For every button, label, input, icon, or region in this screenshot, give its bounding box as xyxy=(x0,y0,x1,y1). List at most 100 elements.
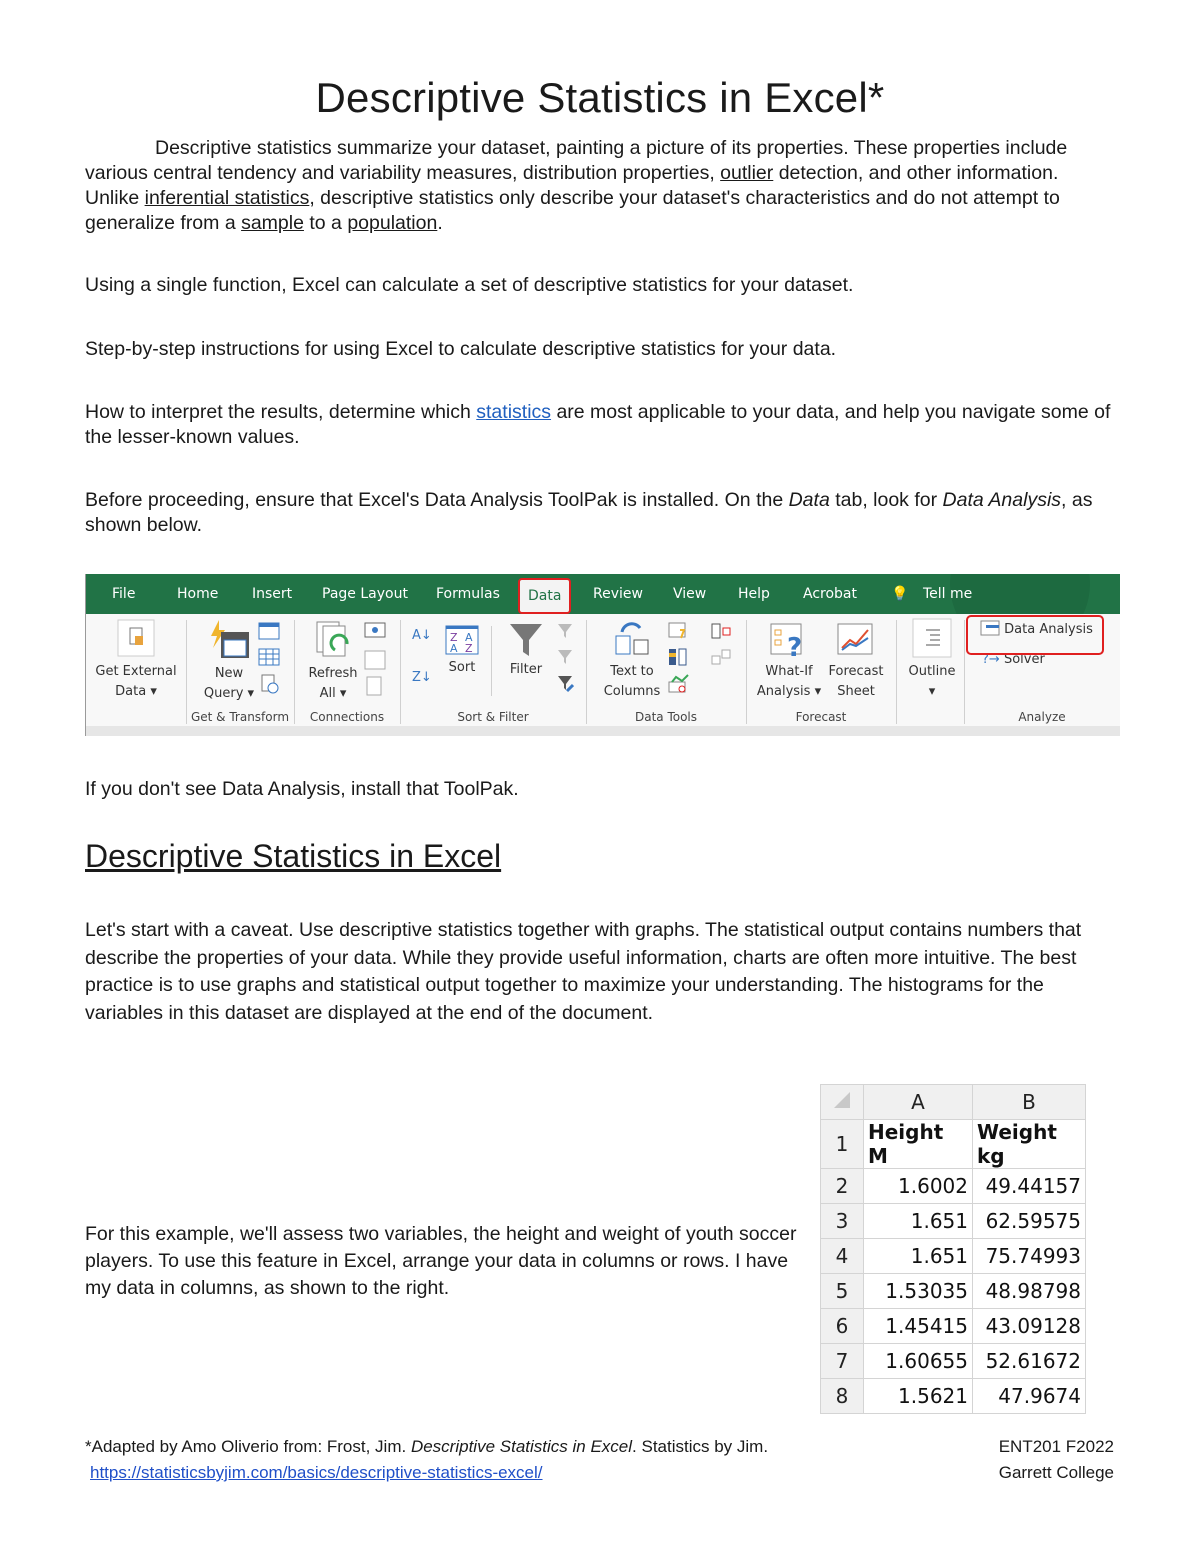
data-analysis-highlight xyxy=(966,615,1104,655)
cell[interactable]: 1.5621 xyxy=(863,1378,973,1414)
cell[interactable]: 48.98798 xyxy=(972,1273,1086,1309)
select-all-corner[interactable] xyxy=(820,1084,864,1120)
group-label: Data Tools xyxy=(634,710,698,724)
cell[interactable]: 49.44157 xyxy=(972,1168,1086,1204)
excel-ribbon-screenshot: File Home Insert Page Layout Formulas Da… xyxy=(85,574,1120,736)
row-header[interactable]: 4 xyxy=(820,1238,864,1274)
cell[interactable]: Height M xyxy=(863,1119,973,1169)
text: Before proceeding, ensure that Excel's D… xyxy=(85,489,789,511)
cell[interactable]: 1.60655 xyxy=(863,1343,973,1379)
sample-link[interactable]: sample xyxy=(241,212,304,234)
text: *Adapted by Amo Oliverio from: Frost, Ji… xyxy=(85,1437,411,1456)
row-header[interactable]: 6 xyxy=(820,1308,864,1344)
column-header-row: A B xyxy=(820,1084,1086,1120)
document-title: Descriptive Statistics in Excel* xyxy=(315,74,885,121)
column-header-a[interactable]: A xyxy=(863,1084,973,1120)
text: Descriptive Statistics in Excel xyxy=(410,1437,633,1456)
separator xyxy=(896,620,897,724)
ribbon-bottom-strip xyxy=(86,726,1120,736)
table-row: 1 Height M Weight kg xyxy=(820,1119,1086,1169)
text: . Statistics by Jim. xyxy=(632,1437,769,1456)
row-header[interactable]: 5 xyxy=(820,1273,864,1309)
label: Get External xyxy=(95,664,177,679)
citation-line: *Adapted by Amo Oliverio from: Frost, Ji… xyxy=(85,1434,768,1460)
group-forecast: Forecast xyxy=(746,614,896,726)
row-header[interactable]: 8 xyxy=(820,1378,864,1414)
tab-tell-me[interactable]: Tell me xyxy=(923,574,972,614)
tab-acrobat[interactable]: Acrobat xyxy=(803,574,857,614)
tab-page-layout[interactable]: Page Layout xyxy=(322,574,408,614)
row-header[interactable]: 3 xyxy=(820,1203,864,1239)
table-row: 8 1.5621 47.9674 xyxy=(820,1378,1086,1414)
cell[interactable]: Weight kg xyxy=(972,1119,1086,1169)
row-header[interactable]: 1 xyxy=(820,1119,864,1169)
database-doc-icon xyxy=(117,619,155,657)
text: to a xyxy=(303,212,348,234)
inferential-statistics-link[interactable]: inferential statistics xyxy=(145,187,310,209)
row-header[interactable]: 7 xyxy=(820,1343,864,1379)
lightbulb-icon: 💡 xyxy=(891,586,909,602)
group-label: Forecast xyxy=(795,710,847,724)
cell[interactable]: 47.9674 xyxy=(972,1378,1086,1414)
ribbon-body: Get External Data ▾ New Query ▾ Get & Tr… xyxy=(86,614,1120,736)
corner-triangle-icon xyxy=(834,1091,850,1108)
text: Data Analysis xyxy=(942,489,1062,511)
row-header[interactable]: 2 xyxy=(820,1168,864,1204)
footer-course: ENT201 F2022 Garrett College xyxy=(999,1434,1114,1486)
label: ▾ xyxy=(928,684,936,699)
table-row: 2 1.6002 49.44157 xyxy=(820,1168,1086,1204)
tab-help[interactable]: Help xyxy=(738,574,770,614)
label: Outline xyxy=(908,664,956,679)
cell[interactable]: 1.651 xyxy=(863,1238,973,1274)
cell[interactable]: 1.6002 xyxy=(863,1168,973,1204)
statistics-link[interactable]: statistics xyxy=(476,401,551,423)
intro-paragraph: Descriptive statistics summarize your da… xyxy=(85,136,1115,236)
outline-icon xyxy=(912,618,952,658)
tab-insert[interactable]: Insert xyxy=(252,574,292,614)
cell[interactable]: 62.59575 xyxy=(972,1203,1086,1239)
tab-view[interactable]: View xyxy=(673,574,706,614)
interpret-paragraph: How to interpret the results, determine … xyxy=(85,400,1115,450)
group-get-transform: Get & Transform xyxy=(186,614,294,726)
tab-file[interactable]: File xyxy=(112,574,135,614)
group-label: Get & Transform xyxy=(190,710,290,724)
cell[interactable]: 1.53035 xyxy=(863,1273,973,1309)
column-header-b[interactable]: B xyxy=(972,1084,1086,1120)
spreadsheet-sample: A B 1 Height M Weight kg 2 1.6002 49.441… xyxy=(820,1084,1086,1414)
table-row: 7 1.60655 52.61672 xyxy=(820,1343,1086,1379)
text: Data xyxy=(788,489,830,511)
install-paragraph: If you don't see Data Analysis, install … xyxy=(85,778,519,800)
steps-paragraph: Step-by-step instructions for using Exce… xyxy=(85,338,837,360)
table-row: 6 1.45415 43.09128 xyxy=(820,1308,1086,1344)
outlier-link[interactable]: outlier xyxy=(720,162,773,184)
table-row: 5 1.53035 48.98798 xyxy=(820,1273,1086,1309)
group-label: Connections xyxy=(309,710,385,724)
tab-data[interactable]: Data xyxy=(518,578,572,614)
cell[interactable]: 1.651 xyxy=(863,1203,973,1239)
course-code: ENT201 F2022 xyxy=(998,1437,1114,1456)
cell[interactable]: 52.61672 xyxy=(972,1343,1086,1379)
text: How to interpret the results, determine … xyxy=(85,401,477,423)
group-sort-filter: Sort & Filter xyxy=(400,614,586,726)
outline-button[interactable]: Outline ▾ xyxy=(902,618,962,702)
tab-review[interactable]: Review xyxy=(593,574,643,614)
table-row: 3 1.651 62.59575 xyxy=(820,1203,1086,1239)
text: tab, look for xyxy=(829,489,943,511)
footer-citation: *Adapted by Amo Oliverio from: Frost, Ji… xyxy=(85,1434,768,1486)
cell[interactable]: 1.45415 xyxy=(863,1308,973,1344)
before-proceeding-paragraph: Before proceeding, ensure that Excel's D… xyxy=(85,488,1115,538)
population-link[interactable]: population xyxy=(347,212,437,234)
ribbon-tab-bar: File Home Insert Page Layout Formulas Da… xyxy=(86,574,1120,614)
source-url-link[interactable]: https://statisticsbyjim.com/basics/descr… xyxy=(90,1463,543,1482)
label: Data ▾ xyxy=(115,684,157,699)
tab-home[interactable]: Home xyxy=(177,574,218,614)
group-data-tools: Data Tools xyxy=(586,614,746,726)
tab-formulas[interactable]: Formulas xyxy=(436,574,500,614)
get-external-data-button[interactable]: Get External Data ▾ xyxy=(88,618,184,702)
cell[interactable]: 75.74993 xyxy=(972,1238,1086,1274)
group-label: Analyze xyxy=(1018,710,1066,724)
cell[interactable]: 43.09128 xyxy=(972,1308,1086,1344)
text: . xyxy=(437,212,443,234)
college-name: Garrett College xyxy=(998,1463,1114,1482)
single-function-paragraph: Using a single function, Excel can calcu… xyxy=(85,274,854,296)
